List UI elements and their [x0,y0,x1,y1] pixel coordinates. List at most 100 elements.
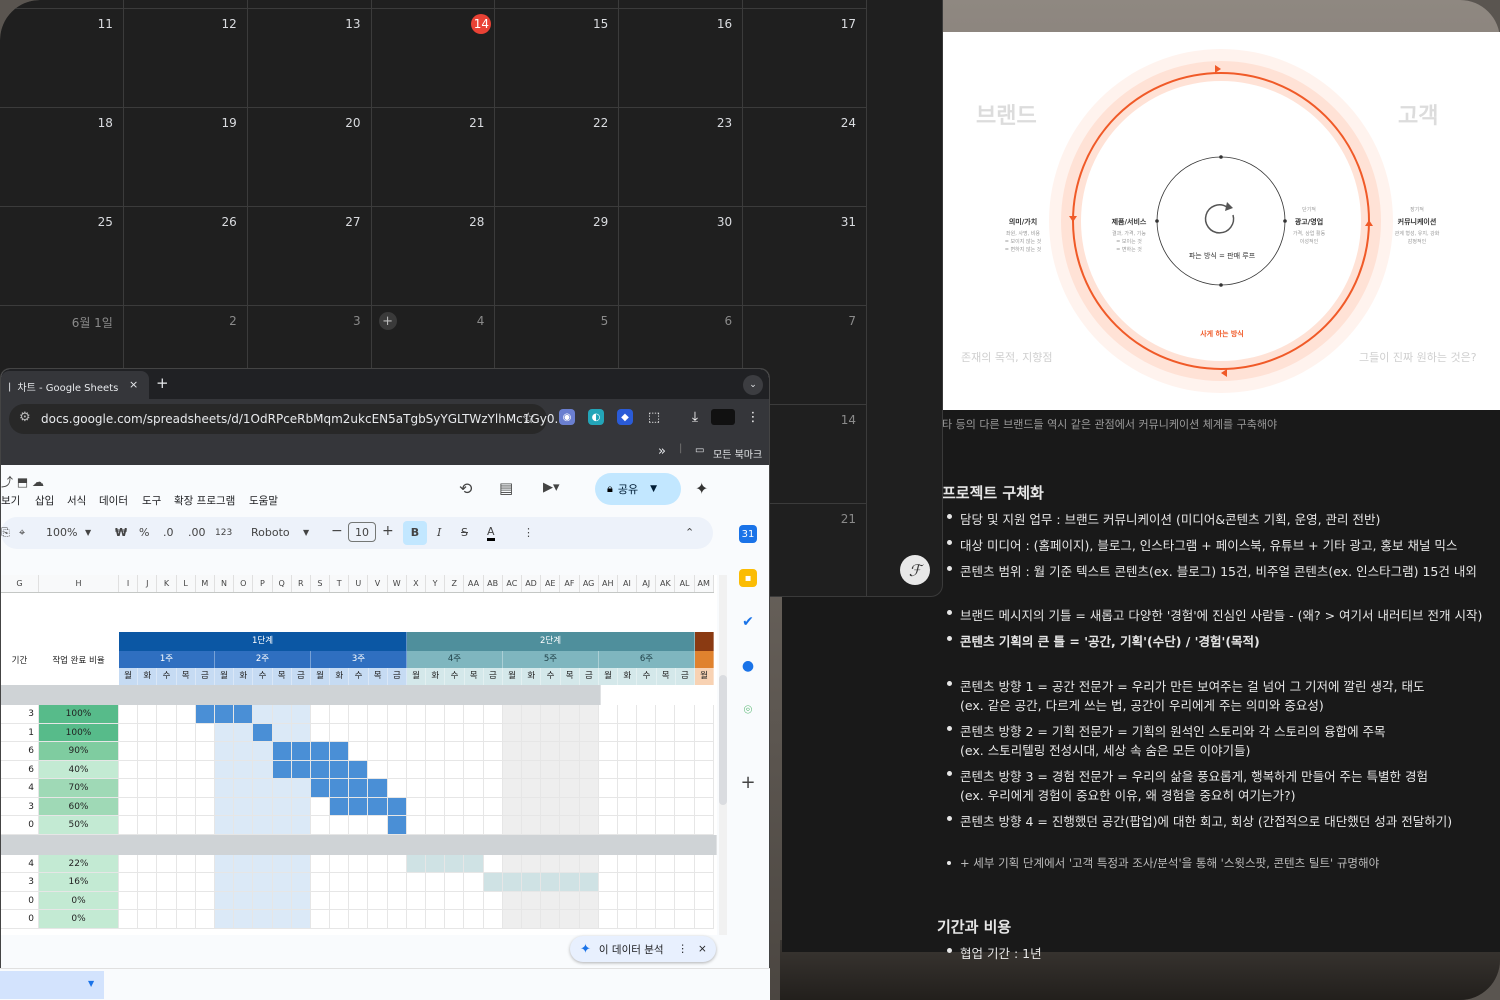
gantt-cell[interactable] [214,891,235,910]
gantt-cell[interactable] [234,910,254,929]
gantt-cell[interactable] [176,797,196,816]
gantt-cell[interactable] [272,910,292,929]
gantt-cell[interactable] [176,723,196,742]
gantt-cell[interactable] [675,816,695,835]
calendar-day[interactable]: 27 [248,207,372,305]
gantt-cell[interactable] [694,816,714,835]
gantt-cell[interactable] [617,742,638,761]
duration-cell[interactable]: 6 [1,742,39,761]
extension-icon[interactable]: ◐ [588,409,604,425]
new-tab-button[interactable]: + [156,374,169,392]
menu-extensions[interactable]: 확장 프로그램 [174,493,235,508]
gantt-cell[interactable] [656,705,676,724]
gantt-cell[interactable] [234,854,254,873]
gantt-cell[interactable] [617,816,638,835]
analyze-data-chip[interactable]: ✦ 이 데이터 분석 ⋮ × [570,936,716,962]
gantt-cell[interactable] [541,873,561,892]
gantt-cell[interactable] [157,723,177,742]
gantt-cell[interactable] [406,797,426,816]
gantt-cell[interactable] [214,760,235,779]
gantt-cell[interactable] [445,705,465,724]
gantt-cell[interactable] [157,873,177,892]
gantt-cell[interactable] [598,760,618,779]
gantt-cell[interactable] [310,910,331,929]
gantt-cell[interactable] [291,760,311,779]
gantt-cell[interactable] [253,891,273,910]
gantt-cell[interactable] [541,705,561,724]
gantt-cell[interactable] [426,742,446,761]
gantt-cell[interactable] [483,760,503,779]
gantt-cell[interactable] [138,891,158,910]
gantt-cell[interactable] [310,891,331,910]
gantt-cell[interactable] [119,723,139,742]
gantt-cell[interactable] [234,891,254,910]
completion-cell[interactable]: 40% [39,760,119,779]
gantt-cell[interactable] [637,760,657,779]
gantt-cell[interactable] [138,742,158,761]
column-header[interactable]: AB [484,575,503,592]
menu-data[interactable]: 데이터 [99,493,128,508]
gantt-cell[interactable] [464,854,484,873]
gantt-cell[interactable] [560,742,580,761]
gantt-cell[interactable] [387,760,407,779]
doc-bullet[interactable]: 대상 미디어 : (홈페이지), 블로그, 인스타그램 + 페이스북, 유튜브 … [960,535,1457,554]
gantt-cell[interactable] [637,797,657,816]
gantt-cell[interactable] [406,891,426,910]
gantt-cell[interactable] [560,816,580,835]
collapse-toolbar-icon[interactable]: ⌃ [685,526,694,539]
gantt-cell[interactable] [406,723,426,742]
gantt-cell[interactable] [598,873,618,892]
gantt-cell[interactable] [214,742,235,761]
column-header[interactable]: X [407,575,426,592]
gantt-cell[interactable] [214,854,235,873]
gantt-cell[interactable] [560,854,580,873]
gantt-cell[interactable] [195,705,215,724]
gantt-cell[interactable] [291,816,311,835]
gantt-cell[interactable] [310,742,331,761]
gantt-cell[interactable] [426,760,446,779]
calendar-day[interactable] [495,0,620,8]
browser-tab[interactable]: ㅣ 차트 - Google Sheets × [1,371,149,399]
gantt-cell[interactable] [502,760,522,779]
bookmark-star-icon[interactable]: ☆ [522,409,535,427]
column-header[interactable]: AH [599,575,618,592]
gantt-cell[interactable] [234,779,254,798]
gantt-cell[interactable] [138,779,158,798]
table-row[interactable]: 0 0% [1,910,714,929]
gantt-cell[interactable] [464,779,484,798]
profile-avatar[interactable] [711,409,735,425]
gantt-cell[interactable] [675,910,695,929]
gantt-cell[interactable] [272,742,292,761]
spreadsheet-grid[interactable]: G H I J K L M N O P Q R S T U V W X Y Z AA AB AC AD AE AF AG AH AI AJ… [1,575,717,935]
gantt-cell[interactable] [387,873,407,892]
doc-bullet[interactable]: 콘텐츠 방향 3 = 경험 전문가 = 우리의 삶을 풍요롭게, 행복하게 만들… [960,766,1428,785]
gantt-cell[interactable] [483,797,503,816]
gantt-cell[interactable] [675,779,695,798]
duration-cell[interactable]: 4 [1,779,39,798]
gantt-cell[interactable] [157,779,177,798]
gantt-cell[interactable] [138,705,158,724]
bold-button[interactable]: B [403,521,427,545]
text-color-button[interactable]: A [487,526,495,541]
calendar-day[interactable]: 24 [743,108,868,206]
column-header[interactable]: Z [445,575,465,592]
gantt-cell[interactable] [138,760,158,779]
extension-icon[interactable]: ◆ [617,409,633,425]
gantt-cell[interactable] [483,910,503,929]
gantt-cell[interactable] [598,797,618,816]
gantt-cell[interactable] [119,854,139,873]
gantt-cell[interactable] [157,742,177,761]
gantt-cell[interactable] [272,854,292,873]
font-size-input[interactable]: 10 [348,522,376,542]
column-header[interactable]: AD [522,575,542,592]
gantt-cell[interactable] [119,910,139,929]
calendar-day[interactable]: 29 [495,207,620,305]
gantt-cell[interactable] [598,723,618,742]
column-header[interactable]: G [1,575,39,592]
history-icon[interactable]: ⟲ [459,479,472,498]
site-settings-icon[interactable]: ⚙ [19,410,31,425]
gantt-cell[interactable] [541,910,561,929]
gantt-cell[interactable] [272,760,292,779]
gantt-cell[interactable] [138,910,158,929]
gantt-cell[interactable] [310,705,331,724]
